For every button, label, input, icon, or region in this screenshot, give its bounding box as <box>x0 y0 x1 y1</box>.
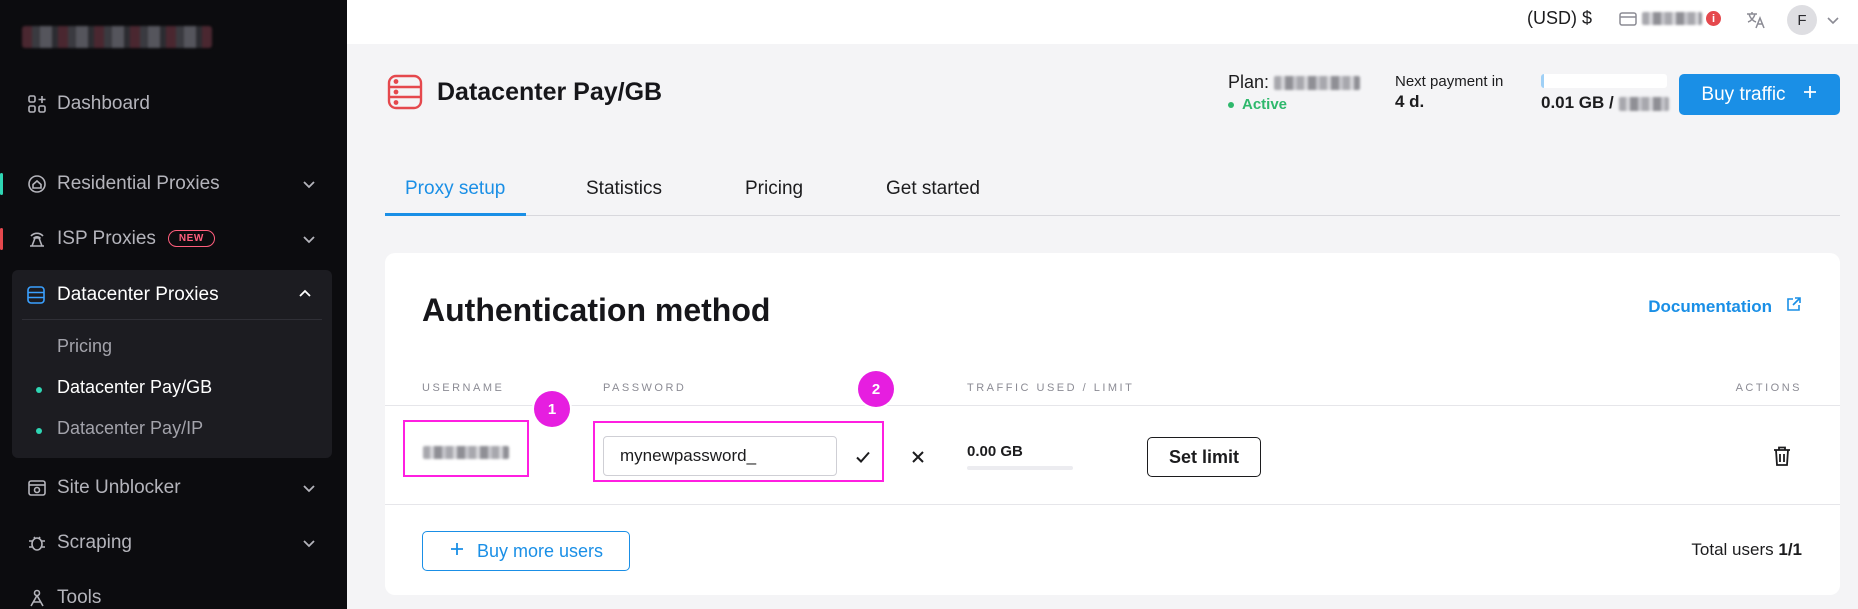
buy-more-users-button[interactable]: Buy more users <box>422 531 630 571</box>
column-header-actions: ACTIONS <box>1735 382 1802 394</box>
wallet-icon[interactable] <box>1619 11 1637 27</box>
active-dot <box>36 387 42 393</box>
sidebar-item-datacenter-proxies[interactable]: Datacenter Proxies <box>12 270 332 320</box>
sidebar-item-label-wrap: ISP Proxies NEW <box>57 228 215 250</box>
scraping-icon <box>26 532 48 554</box>
page-title: Datacenter Pay/GB <box>437 78 663 106</box>
sidebar-subitem-datacenter-pay-ip[interactable]: Datacenter Pay/IP <box>57 418 203 439</box>
info-alert-icon[interactable]: i <box>1706 11 1721 26</box>
buy-traffic-label: Buy traffic <box>1701 83 1786 105</box>
plus-icon <box>1802 84 1818 106</box>
sidebar-subitem-pricing[interactable]: Pricing <box>57 336 112 357</box>
chevron-down-icon <box>301 231 317 247</box>
datacenter-icon <box>386 73 424 111</box>
sidebar-item-residential-proxies[interactable]: Residential Proxies <box>0 161 347 207</box>
tab-pricing[interactable]: Pricing <box>745 178 803 200</box>
datacenter-group: Datacenter Proxies Pricing Datacenter Pa… <box>12 270 332 458</box>
divider <box>385 405 1840 406</box>
tools-icon <box>26 587 48 609</box>
next-payment-label: Next payment in <box>1395 73 1504 90</box>
dashboard-icon <box>26 93 48 115</box>
tab-statistics[interactable]: Statistics <box>586 178 662 200</box>
top-bar: (USD) $ i F <box>347 0 1858 44</box>
plan-label-text: Plan: <box>1228 72 1270 92</box>
active-tab-indicator <box>385 213 526 216</box>
annotation-badge-2: 2 <box>858 371 894 407</box>
sidebar-item-label: Datacenter Proxies <box>57 284 219 305</box>
password-input[interactable] <box>603 436 837 476</box>
sidebar-item-label: Residential Proxies <box>57 173 220 194</box>
sidebar-item-label: Dashboard <box>57 93 150 114</box>
avatar[interactable]: F <box>1787 5 1817 35</box>
site-unblocker-icon <box>26 477 48 499</box>
authentication-card: Authentication method Documentation USER… <box>385 253 1840 595</box>
sidebar-item-isp-proxies[interactable]: ISP Proxies NEW <box>0 216 347 262</box>
brand-logo[interactable] <box>22 26 212 48</box>
sidebar-item-site-unblocker[interactable]: Site Unblocker <box>0 465 347 511</box>
buy-traffic-button[interactable]: Buy traffic <box>1679 74 1840 115</box>
column-header-traffic: TRAFFIC USED / LIMIT <box>967 382 1135 394</box>
balance-value <box>1642 12 1702 25</box>
dot <box>36 428 42 434</box>
datacenter-icon <box>26 285 48 307</box>
plus-icon <box>449 541 465 562</box>
residential-icon <box>26 173 48 195</box>
total-users: Total users 1/1 <box>1691 540 1802 560</box>
documentation-label: Documentation <box>1648 296 1772 316</box>
traffic-used-value: 0.00 GB <box>967 443 1023 460</box>
chevron-up-icon <box>298 287 314 303</box>
chevron-down-icon[interactable] <box>1825 12 1841 28</box>
section-title: Authentication method <box>422 292 771 328</box>
tab-get-started[interactable]: Get started <box>886 178 980 200</box>
plan-label: Plan: <box>1228 72 1361 93</box>
column-header-password: PASSWORD <box>603 382 687 394</box>
currency-selector[interactable]: (USD) $ <box>1527 8 1592 29</box>
username-value <box>423 446 509 459</box>
total-users-value: 1/1 <box>1778 540 1802 559</box>
sidebar: Dashboard Residential Proxies ISP Proxie… <box>0 0 347 609</box>
annotation-badge-1: 1 <box>534 391 570 427</box>
sidebar-subitem-datacenter-pay-gb[interactable]: Datacenter Pay/GB <box>57 377 212 398</box>
traffic-used-bar <box>967 466 1073 470</box>
next-payment-value: 4 d. <box>1395 92 1425 111</box>
chevron-down-icon <box>301 176 317 192</box>
sidebar-item-scraping[interactable]: Scraping <box>0 520 347 566</box>
sidebar-item-label: Scraping <box>57 532 132 553</box>
trash-icon[interactable] <box>1772 445 1792 467</box>
sidebar-item-label: Tools <box>57 587 102 608</box>
check-icon[interactable] <box>854 448 872 466</box>
close-icon[interactable] <box>909 448 927 466</box>
buy-more-users-label: Buy more users <box>476 540 604 561</box>
sidebar-item-label: ISP Proxies <box>57 228 156 249</box>
documentation-link[interactable]: Documentation <box>1648 296 1802 317</box>
plan-name <box>1274 76 1361 91</box>
sidebar-item-dashboard[interactable]: Dashboard <box>0 81 347 127</box>
traffic-value: 0.01 GB / <box>1541 93 1669 113</box>
traffic-progress-bar <box>1541 74 1667 88</box>
sidebar-item-tools[interactable]: Tools <box>0 575 347 609</box>
divider <box>22 319 322 320</box>
traffic-value-text: 0.01 GB / <box>1541 93 1614 112</box>
new-badge: NEW <box>167 230 215 248</box>
chevron-down-icon <box>301 535 317 551</box>
tab-proxy-setup[interactable]: Proxy setup <box>405 178 505 200</box>
set-limit-button[interactable]: Set limit <box>1147 437 1261 477</box>
sidebar-item-label: Site Unblocker <box>57 477 181 498</box>
total-users-label: Total users <box>1691 540 1774 559</box>
isp-icon <box>26 228 48 250</box>
column-header-username: USERNAME <box>422 382 505 394</box>
chevron-down-icon <box>301 480 317 496</box>
divider <box>385 504 1840 505</box>
translate-icon[interactable] <box>1745 9 1767 31</box>
external-link-icon <box>1786 296 1802 317</box>
traffic-limit <box>1618 96 1669 111</box>
tabs: Proxy setup Statistics Pricing Get start… <box>385 172 1840 216</box>
traffic-progress-fill <box>1541 74 1544 88</box>
status-badge: Active <box>1228 96 1287 113</box>
